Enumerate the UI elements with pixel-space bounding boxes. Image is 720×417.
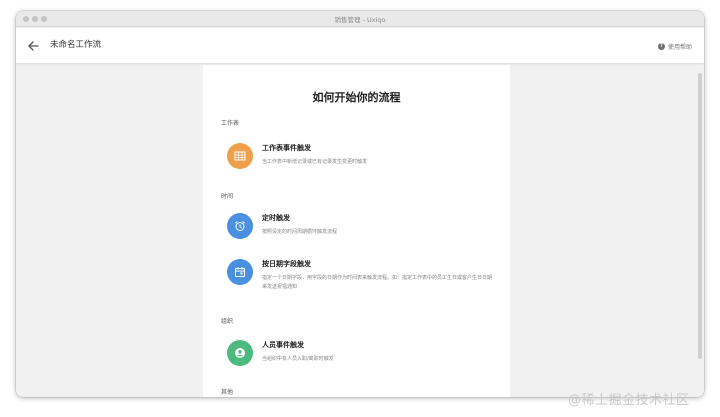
option-member-event-trigger[interactable]: 人员事件触发 当组织中有人员入职/离职时触发: [227, 338, 497, 372]
option-description: 当工作表中新增记录或已有记录发生变更时触发: [262, 159, 368, 165]
option-description: 按照设定的时间周期循环触发流程: [262, 229, 338, 235]
section-label-organization: 组织: [221, 318, 234, 325]
section-label-other: 其他: [221, 389, 234, 396]
option-date-field-trigger[interactable]: 按日期字段触发 指定一个日期字段，用字段的日期作为时间表来触发流程。如：指定工作…: [227, 257, 497, 297]
option-title: 按日期字段触发: [262, 260, 311, 268]
question-circle-icon: ?: [657, 42, 665, 50]
back-arrow-icon[interactable]: [26, 38, 40, 52]
scrollbar-thumb[interactable]: [698, 73, 702, 359]
option-description: 当组织中有人员入职/离职时触发: [262, 356, 334, 362]
window-title: 销售管理 - Uxiqo: [334, 16, 386, 24]
alarm-clock-icon: [227, 213, 253, 239]
option-title: 人员事件触发: [262, 341, 304, 349]
section-label-time: 时间: [221, 193, 234, 200]
person-icon: [227, 340, 253, 366]
calendar-icon: [227, 259, 253, 285]
watermark-text: @稀土掘金技术社区: [568, 393, 690, 408]
window-titlebar: 销售管理 - Uxiqo: [16, 11, 704, 27]
workflow-title[interactable]: 未命名工作流: [50, 38, 101, 50]
option-worksheet-event-trigger[interactable]: 工作表事件触发 当工作表中新增记录或已有记录发生变更时触发: [227, 141, 497, 175]
help-label: 使用帮助: [667, 43, 692, 51]
trigger-selection-card: 如何开始你的流程 工作表 工作表事件触发 当工作表中新增记录或已有记录发生变更时…: [203, 65, 510, 397]
app-window: 销售管理 - Uxiqo 未命名工作流 ? 使用帮助 如何开始你的流程 工作表 …: [16, 11, 704, 397]
app-header: 未命名工作流 ? 使用帮助: [16, 28, 704, 64]
option-title: 定时触发: [262, 214, 290, 222]
section-label-worksheet: 工作表: [221, 120, 240, 127]
option-title: 工作表事件触发: [262, 144, 311, 152]
help-link[interactable]: ? 使用帮助: [657, 40, 692, 52]
table-icon: [227, 143, 253, 169]
page-heading: 如何开始你的流程: [312, 91, 401, 104]
option-scheduled-trigger[interactable]: 定时触发 按照设定的时间周期循环触发流程: [227, 211, 497, 245]
option-description: 指定一个日期字段，用字段的日期作为时间表来触发流程。如：指定工作表中的员工生日或…: [262, 275, 493, 290]
